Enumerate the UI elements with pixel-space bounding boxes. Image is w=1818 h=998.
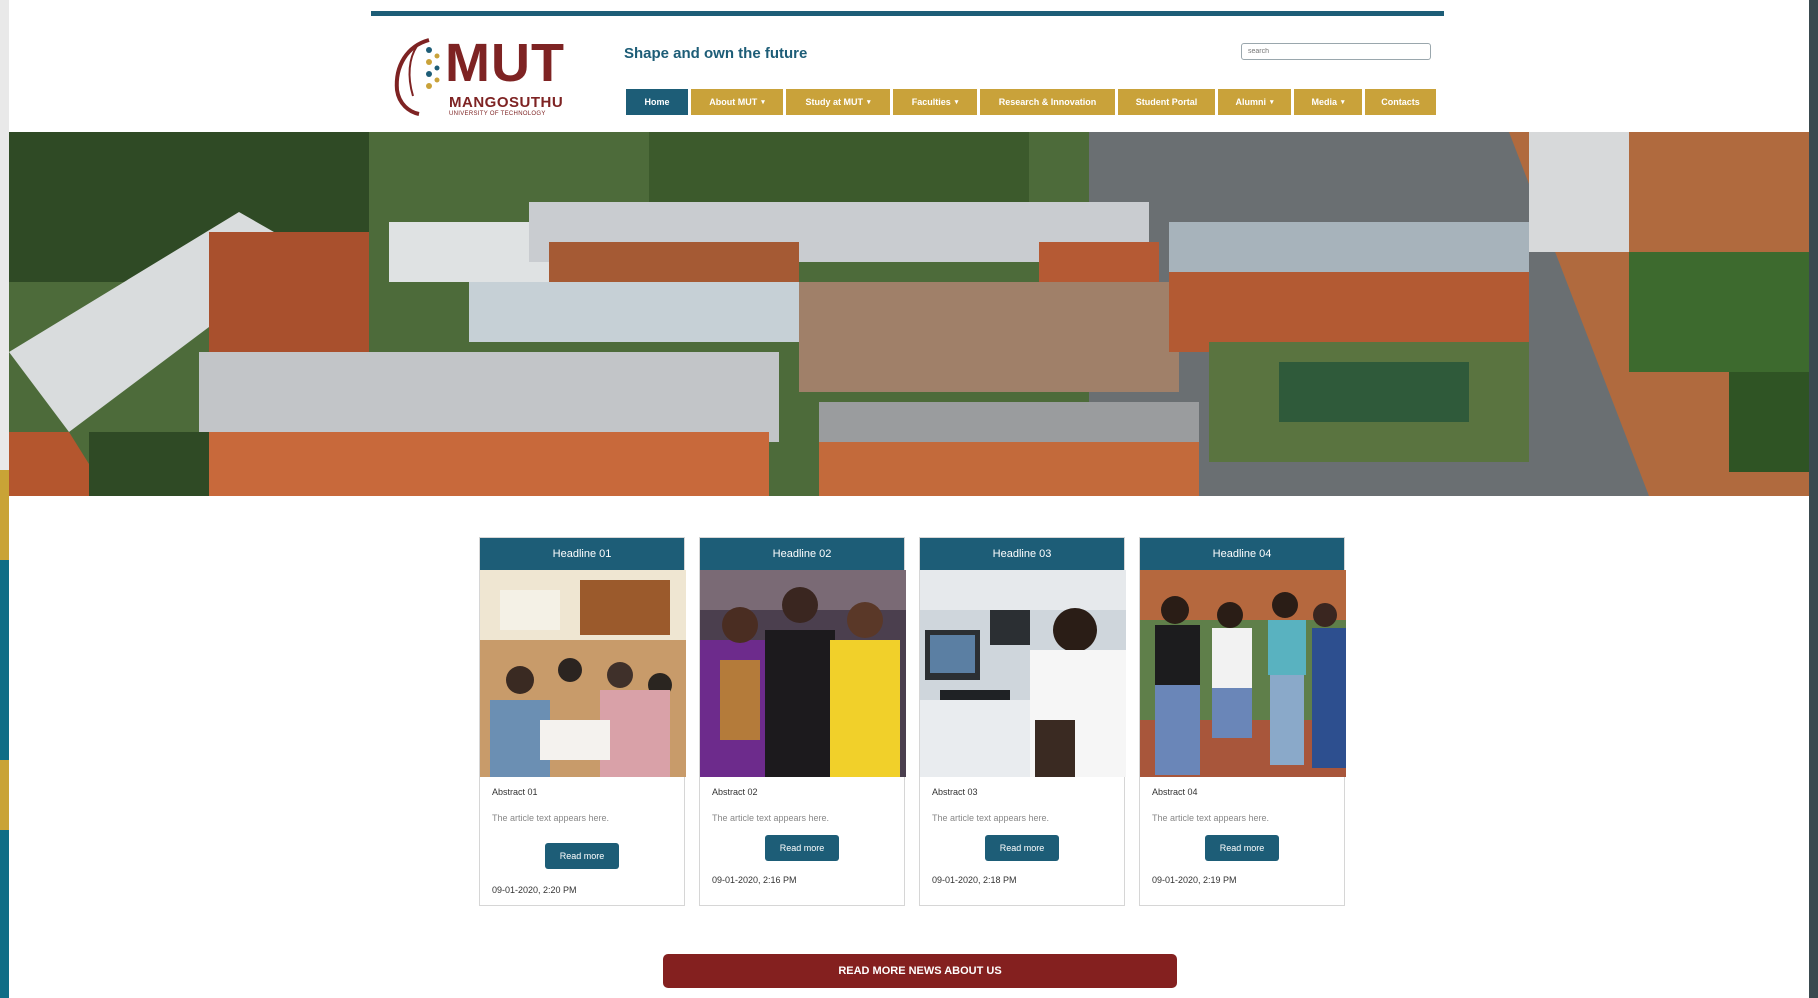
logo-mark-icon: [394, 38, 440, 116]
mut-logo[interactable]: MUT MANGOSUTHU UNIVERSITY OF TECHNOLOGY: [389, 36, 589, 120]
backdrop-right: [1809, 0, 1818, 998]
main-navigation: Home About MUT ▾ Study at MUT ▾ Faculties ▾…: [626, 89, 1436, 115]
read-more-button[interactable]: Read more: [545, 843, 619, 869]
news-card: Headline 01 Abstract 01 The article text…: [479, 537, 686, 906]
card-date: 09-01-2020, 2:16 PM: [712, 875, 797, 885]
card-headline[interactable]: Headline 04: [1140, 538, 1344, 570]
card-text: The article text appears here.: [712, 813, 830, 823]
card-image-computer-lab: [920, 570, 1126, 777]
card-abstract: Abstract 02: [712, 787, 758, 797]
top-accent-bar: [371, 11, 1444, 16]
card-date: 09-01-2020, 2:20 PM: [492, 885, 577, 895]
card-date: 09-01-2020, 2:18 PM: [932, 875, 1017, 885]
nav-item-student-portal[interactable]: Student Portal: [1118, 89, 1215, 115]
nav-item-about[interactable]: About MUT ▾: [691, 89, 783, 115]
caret-down-icon: ▾: [761, 99, 765, 106]
nav-item-media[interactable]: Media ▾: [1294, 89, 1362, 115]
nav-item-study[interactable]: Study at MUT ▾: [786, 89, 890, 115]
read-more-button[interactable]: Read more: [765, 835, 839, 861]
card-abstract: Abstract 01: [492, 787, 538, 797]
card-image-lecture: [480, 570, 686, 777]
card-headline[interactable]: Headline 03: [920, 538, 1124, 570]
card-text: The article text appears here.: [492, 813, 610, 823]
nav-item-home[interactable]: Home: [626, 89, 688, 115]
caret-down-icon: ▾: [1341, 99, 1345, 106]
news-card: Headline 02 Abstract 02 The article text…: [699, 537, 906, 906]
campus-aerial-banner: [9, 132, 1809, 496]
nav-item-faculties[interactable]: Faculties ▾: [893, 89, 977, 115]
card-text: The article text appears here.: [932, 813, 1050, 823]
page: MUT MANGOSUTHU UNIVERSITY OF TECHNOLOGY …: [9, 0, 1809, 998]
nav-item-alumni[interactable]: Alumni ▾: [1218, 89, 1291, 115]
nav-item-research[interactable]: Research & Innovation: [980, 89, 1115, 115]
caret-down-icon: ▾: [1269, 99, 1274, 106]
caret-down-icon: ▾: [954, 99, 959, 106]
card-headline[interactable]: Headline 02: [700, 538, 904, 570]
card-abstract: Abstract 04: [1152, 787, 1198, 797]
card-image-students: [1140, 570, 1346, 777]
search-input[interactable]: [1241, 43, 1431, 60]
read-more-news-button[interactable]: READ MORE NEWS ABOUT US: [663, 954, 1177, 988]
news-cards: Headline 01 Abstract 01 The article text…: [479, 537, 1346, 906]
card-abstract: Abstract 03: [932, 787, 978, 797]
card-text: The article text appears here.: [1152, 813, 1270, 823]
card-headline[interactable]: Headline 01: [480, 538, 684, 570]
card-image-portrait: [700, 570, 906, 777]
nav-item-contacts[interactable]: Contacts: [1365, 89, 1436, 115]
news-card: Headline 03 Abstract 03 The article text…: [919, 537, 1126, 906]
logo-wordmark: MUT: [445, 33, 565, 93]
news-card: Headline 04 Abstract 04 The article text…: [1139, 537, 1346, 906]
logo-name: MANGOSUTHU: [449, 94, 564, 111]
site-tagline: Shape and own the future: [624, 45, 808, 62]
caret-down-icon: ▾: [866, 99, 871, 106]
card-date: 09-01-2020, 2:19 PM: [1152, 875, 1237, 885]
read-more-button[interactable]: Read more: [1205, 835, 1279, 861]
logo-subtitle: UNIVERSITY OF TECHNOLOGY: [449, 111, 546, 117]
read-more-button[interactable]: Read more: [985, 835, 1059, 861]
